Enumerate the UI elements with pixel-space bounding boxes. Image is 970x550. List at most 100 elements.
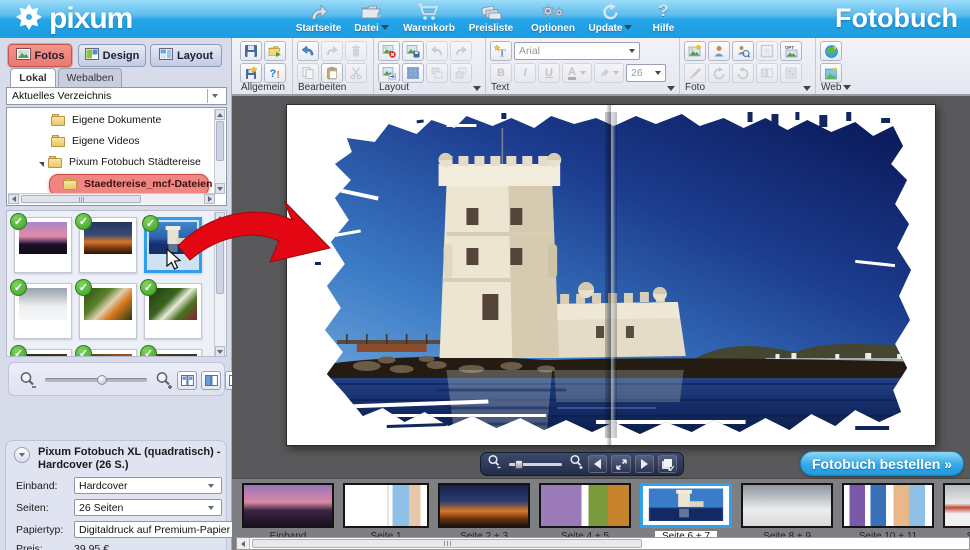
photo-thumbnail-partial[interactable] [144,349,202,357]
nav-optionen[interactable]: Optionen [522,0,584,38]
bold-button[interactable]: B [490,63,512,83]
rotate-ccw-button[interactable] [708,63,730,83]
web-image-button[interactable] [820,63,842,83]
tab-webalben[interactable]: Webalben [58,68,122,87]
fullscreen-button[interactable] [611,455,630,473]
page-thumb-seite-2-3[interactable]: Seite 2 + 3 [438,483,530,542]
help-button[interactable]: ?! [264,63,286,83]
layout-redo-button[interactable] [450,41,472,61]
tab-design[interactable]: Design [78,44,146,67]
nav-preisliste[interactable]: Preisliste [460,0,522,38]
copy-button[interactable] [297,63,319,83]
italic-button[interactable]: I [514,63,536,83]
canvas-zoom-slider[interactable] [509,463,562,466]
tree-item-staedtereise[interactable]: Pixum Fotobuch Städtereise [39,152,201,172]
seiten-select[interactable]: 26 Seiten [74,499,222,516]
tree-vertical-scrollbar[interactable] [214,109,225,194]
redo-button[interactable] [321,41,343,61]
thumbnail-zoom-slider[interactable] [45,378,147,382]
view-both-pages-button[interactable] [177,371,197,390]
papiertyp-select[interactable]: Digitaldruck auf Premium-Papier [74,521,248,538]
tab-fotos[interactable]: Fotos [8,44,72,67]
zoom-out-icon[interactable] [487,454,502,474]
grid-button[interactable] [402,63,424,83]
tab-lokal[interactable]: Lokal [10,68,56,87]
rotate-cw-button[interactable] [732,63,754,83]
order-button[interactable]: Fotobuch bestellen » [800,451,964,476]
nav-hilfe[interactable]: ? Hilfe [637,0,690,38]
zoom-in-icon[interactable] [155,371,173,394]
tab-layout[interactable]: Layout [150,44,222,67]
save-layout-button[interactable] [402,41,424,61]
save-button[interactable] [240,41,262,61]
nav-datei[interactable]: Datei [345,0,398,38]
editor-canvas[interactable]: Fotobuch bestellen » [232,96,970,478]
arrange-back-button[interactable] [426,63,448,83]
page-thumb-seite-1[interactable]: Seite 1 [343,483,429,542]
directory-select[interactable]: Aktuelles Verzeichnis [6,87,227,105]
flip-page-button[interactable] [658,455,677,473]
apply-layout-button[interactable] [378,63,400,83]
view-left-page-button[interactable] [201,371,221,390]
tree-item-eigene-dokumente[interactable]: Eigene Dokumente [51,110,161,130]
font-color-button[interactable]: A [562,63,592,83]
photo-thumbnail-deck-chairs[interactable] [14,283,72,339]
page-thumb-seite-10-11[interactable]: Seite 10 + 11 [842,483,934,542]
person-button[interactable] [708,41,730,61]
slider-handle[interactable] [97,375,107,385]
layout-undo-button[interactable] [426,41,448,61]
page-thumb-einband[interactable]: Einband [242,483,334,542]
photo-thumbnail-partial[interactable] [79,349,137,357]
page-thumb-seite-6-7[interactable]: Seite 6 + 7 [640,483,732,542]
next-page-button[interactable] [635,455,654,473]
tree-horizontal-scrollbar[interactable] [8,193,215,204]
save-as-button[interactable] [240,63,262,83]
grid-vertical-scrollbar[interactable] [214,212,225,357]
arrange-front-button[interactable] [450,63,472,83]
optimize-button[interactable]: OPT [780,41,802,61]
group-dropdown-icon[interactable] [667,86,675,91]
photo-thumbnail-white-flowers[interactable] [144,283,202,339]
font-size-select[interactable]: 26 [626,64,666,82]
nav-startseite[interactable]: Startseite [292,0,345,38]
tree-item-mcf-dateien[interactable]: Staedtereise_mcf-Dateien [63,174,212,194]
underline-button[interactable]: U [538,63,560,83]
previous-page-button[interactable] [588,455,607,473]
nav-update[interactable]: Update [584,0,637,38]
page-thumb-partial[interactable]: Seite [943,483,970,542]
open-button[interactable] [264,41,286,61]
photo-thumbnail-belem-tower[interactable] [144,217,202,273]
frame-button[interactable] [756,41,778,61]
paste-button[interactable] [321,63,343,83]
retouch-button[interactable] [684,63,706,83]
font-family-select[interactable]: Arial [514,42,640,60]
fill-color-button[interactable] [594,63,624,83]
add-photo-button[interactable] [684,41,706,61]
einband-select[interactable]: Hardcover [74,477,222,494]
tree-item-eigene-videos[interactable]: Eigene Videos [51,131,140,151]
remove-image-button[interactable] [378,41,400,61]
delete-button[interactable] [345,41,367,61]
photo-thumbnail-orange-flowers[interactable] [79,283,137,339]
text-tool-button[interactable]: T [490,41,512,61]
zoom-in-icon[interactable] [569,454,584,474]
photo-thumbnail-city-sunset[interactable] [14,217,72,273]
cut-button[interactable] [345,63,367,83]
strip-scrollbar[interactable] [236,537,970,550]
page-thumb-seite-4-5[interactable]: Seite 4 + 5 [539,483,631,542]
photo-thumbnail-night-bridge[interactable] [79,217,137,273]
group-dropdown-icon[interactable] [473,86,481,91]
page-thumb-seite-8-9[interactable]: Seite 8 + 9 [741,483,833,542]
group-dropdown-icon[interactable] [803,86,811,91]
compare-button[interactable] [756,63,778,83]
zoom-out-icon[interactable] [19,371,37,394]
nav-warenkorb[interactable]: Warenkorb [398,0,460,38]
photobook-spread[interactable] [286,104,936,446]
pixum-logo[interactable]: pixum [14,0,132,38]
expand-arrow-icon[interactable] [39,162,44,167]
effects-button[interactable] [780,63,802,83]
slider-handle[interactable] [515,460,523,469]
undo-button[interactable] [297,41,319,61]
person-search-button[interactable] [732,41,754,61]
web-globe-button[interactable] [820,41,842,61]
